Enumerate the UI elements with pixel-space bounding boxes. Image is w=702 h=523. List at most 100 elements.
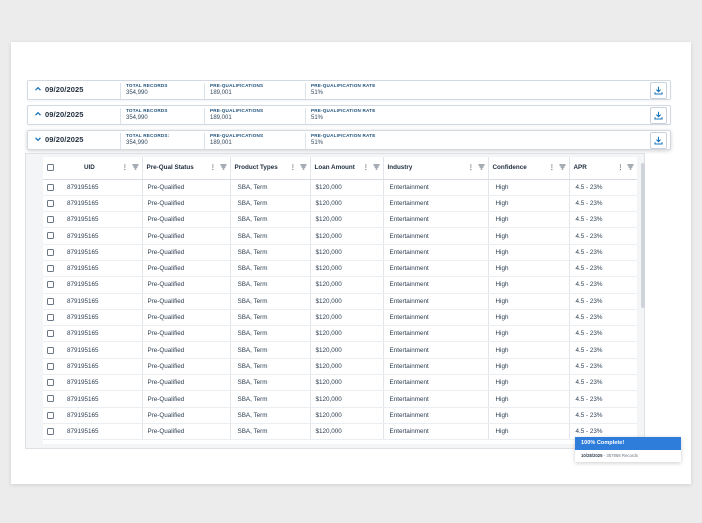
apr-cell: 4.5 - 23% [568,341,637,359]
download-icon [654,136,663,145]
table-row[interactable]: 879195165 Pre-Qualified SBA, Term $120,000 E… [43,211,637,229]
row-checkbox[interactable] [47,232,54,240]
kebab-menu-icon[interactable]: ⋮ [363,165,370,171]
row-checkbox[interactable] [47,248,54,256]
loan-amount-cell: $120,000 [309,195,383,213]
table-row[interactable]: 879195165 Pre-Qualified SBA, Term $120,000 E… [43,227,637,245]
kebab-menu-icon[interactable]: ⋮ [617,165,624,171]
kebab-menu-icon[interactable]: ⋮ [122,165,129,171]
filter-icon[interactable] [478,164,485,170]
uid-cell: 879195165 [63,309,142,327]
table-row[interactable]: 879195165 Pre-Qualified SBA, Term $120,000 E… [43,244,637,261]
product-types-cell: SBA, Term [229,211,310,229]
pre-qualification-rate-stat: PRE-QUALIFICATION RATE 51% [305,108,375,124]
column-header[interactable]: Confidence ⋮ [487,157,569,180]
chevron-up-icon[interactable] [32,109,44,121]
table-row[interactable]: 879195165 Pre-Qualified SBA, Term $120,000 E… [43,260,637,278]
table-row[interactable]: 879195165 Pre-Qualified SBA, Term $120,000 E… [43,374,637,392]
select-all-checkbox[interactable] [47,164,54,172]
download-button[interactable] [650,82,667,99]
batch-row[interactable]: 09/20/2025 TOTAL RECORDS 354,990 PRE-QUALIF… [27,80,671,100]
download-button[interactable] [650,132,667,149]
filter-icon[interactable] [627,164,634,170]
confidence-cell: High [487,309,569,327]
pre-qualifications-stat: PRE-QUALIFICATIONS 189,001 [204,133,263,149]
confidence-cell: High [487,374,569,392]
row-checkbox[interactable] [47,395,54,403]
row-checkbox[interactable] [47,183,54,191]
loan-amount-cell: $120,000 [309,244,383,261]
batch-row[interactable]: 09/20/2025 TOTAL RECORDS: 354,990 PRE-QUALI… [27,130,671,150]
product-types-cell: SBA, Term [229,309,310,327]
batch-date: 09/20/2025 [45,110,84,119]
row-checkbox[interactable] [47,313,54,321]
filter-icon[interactable] [132,164,139,170]
batch-row[interactable]: 09/20/2025 TOTAL RECORDS 354,990 PRE-QUALIF… [27,105,671,125]
toast-title: 100% Complete! [575,437,681,450]
column-header[interactable]: Pre-Qual Status ⋮ [141,157,230,180]
confidence-cell: High [487,390,569,408]
pre-qual-status-cell: Pre-Qualified [141,407,230,424]
table-row[interactable]: 879195165 Pre-Qualified SBA, Term $120,000 E… [43,407,637,424]
row-checkbox[interactable] [47,199,54,207]
product-types-cell: SBA, Term [229,390,310,408]
chevron-up-icon[interactable] [32,84,44,96]
column-header[interactable]: UID ⋮ [63,157,142,180]
uid-cell: 879195165 [63,390,142,408]
table-row[interactable]: 879195165 Pre-Qualified SBA, Term $120,000 E… [43,358,637,376]
pre-qual-status-cell: Pre-Qualified [141,341,230,359]
upload-complete-toast[interactable]: 100% Complete! 10/28/2025 - 357868 Recor… [575,437,681,462]
table-row[interactable]: 879195165 Pre-Qualified SBA, Term $120,000 E… [43,341,637,359]
row-checkbox[interactable] [47,346,54,354]
row-checkbox[interactable] [47,411,54,419]
filter-icon[interactable] [300,164,307,170]
row-select-cell [43,211,63,229]
row-checkbox[interactable] [47,428,54,436]
confidence-cell: High [487,260,569,278]
loan-amount-cell: $120,000 [309,227,383,245]
column-header[interactable]: Product Types ⋮ [229,157,310,180]
table-row[interactable]: 879195165 Pre-Qualified SBA, Term $120,000 E… [43,293,637,310]
confidence-cell: High [487,244,569,261]
loan-amount-cell: $120,000 [309,293,383,310]
table-row[interactable]: 879195165 Pre-Qualified SBA, Term $120,000 E… [43,179,637,196]
table-row[interactable]: 879195165 Pre-Qualified SBA, Term $120,000 E… [43,325,637,343]
column-header[interactable]: Industry ⋮ [382,157,488,180]
product-types-cell: SBA, Term [229,407,310,424]
row-checkbox[interactable] [47,330,54,338]
filter-icon[interactable] [220,164,227,170]
kebab-menu-icon[interactable]: ⋮ [210,165,217,171]
table-row[interactable]: 879195165 Pre-Qualified SBA, Term $120,000 E… [43,423,637,441]
kebab-menu-icon[interactable]: ⋮ [549,165,556,171]
table-row[interactable]: 879195165 Pre-Qualified SBA, Term $120,000 E… [43,309,637,327]
download-button[interactable] [650,107,667,124]
table-vertical-scrollbar[interactable] [641,163,645,308]
row-select-cell [43,407,63,424]
row-checkbox[interactable] [47,281,54,289]
row-checkbox[interactable] [47,216,54,224]
filter-icon[interactable] [559,164,566,170]
filter-icon[interactable] [373,164,380,170]
product-types-cell: SBA, Term [229,227,310,245]
column-header-icons: ⋮ [210,164,227,171]
table-row[interactable]: 879195165 Pre-Qualified SBA, Term $120,000 E… [43,195,637,213]
row-checkbox[interactable] [47,362,54,370]
row-select-cell [43,309,63,327]
confidence-cell: High [487,407,569,424]
column-header[interactable]: Loan Amount ⋮ [309,157,383,180]
uid-cell: 879195165 [63,244,142,261]
row-checkbox[interactable] [47,265,54,273]
column-header[interactable]: APR ⋮ [568,157,637,180]
kebab-menu-icon[interactable]: ⋮ [290,165,297,171]
row-select-cell [43,179,63,196]
uid-cell: 879195165 [63,179,142,196]
loan-amount-cell: $120,000 [309,325,383,343]
uid-cell: 879195165 [63,276,142,294]
records-table-viewport[interactable]: UID ⋮ Pre-Qual Status ⋮ Product Types ⋮ Loa… [43,157,637,444]
row-checkbox[interactable] [47,297,54,305]
kebab-menu-icon[interactable]: ⋮ [468,165,475,171]
table-row[interactable]: 879195165 Pre-Qualified SBA, Term $120,000 E… [43,276,637,294]
row-checkbox[interactable] [47,379,54,387]
table-row[interactable]: 879195165 Pre-Qualified SBA, Term $120,000 E… [43,390,637,408]
chevron-down-icon[interactable] [32,134,44,146]
